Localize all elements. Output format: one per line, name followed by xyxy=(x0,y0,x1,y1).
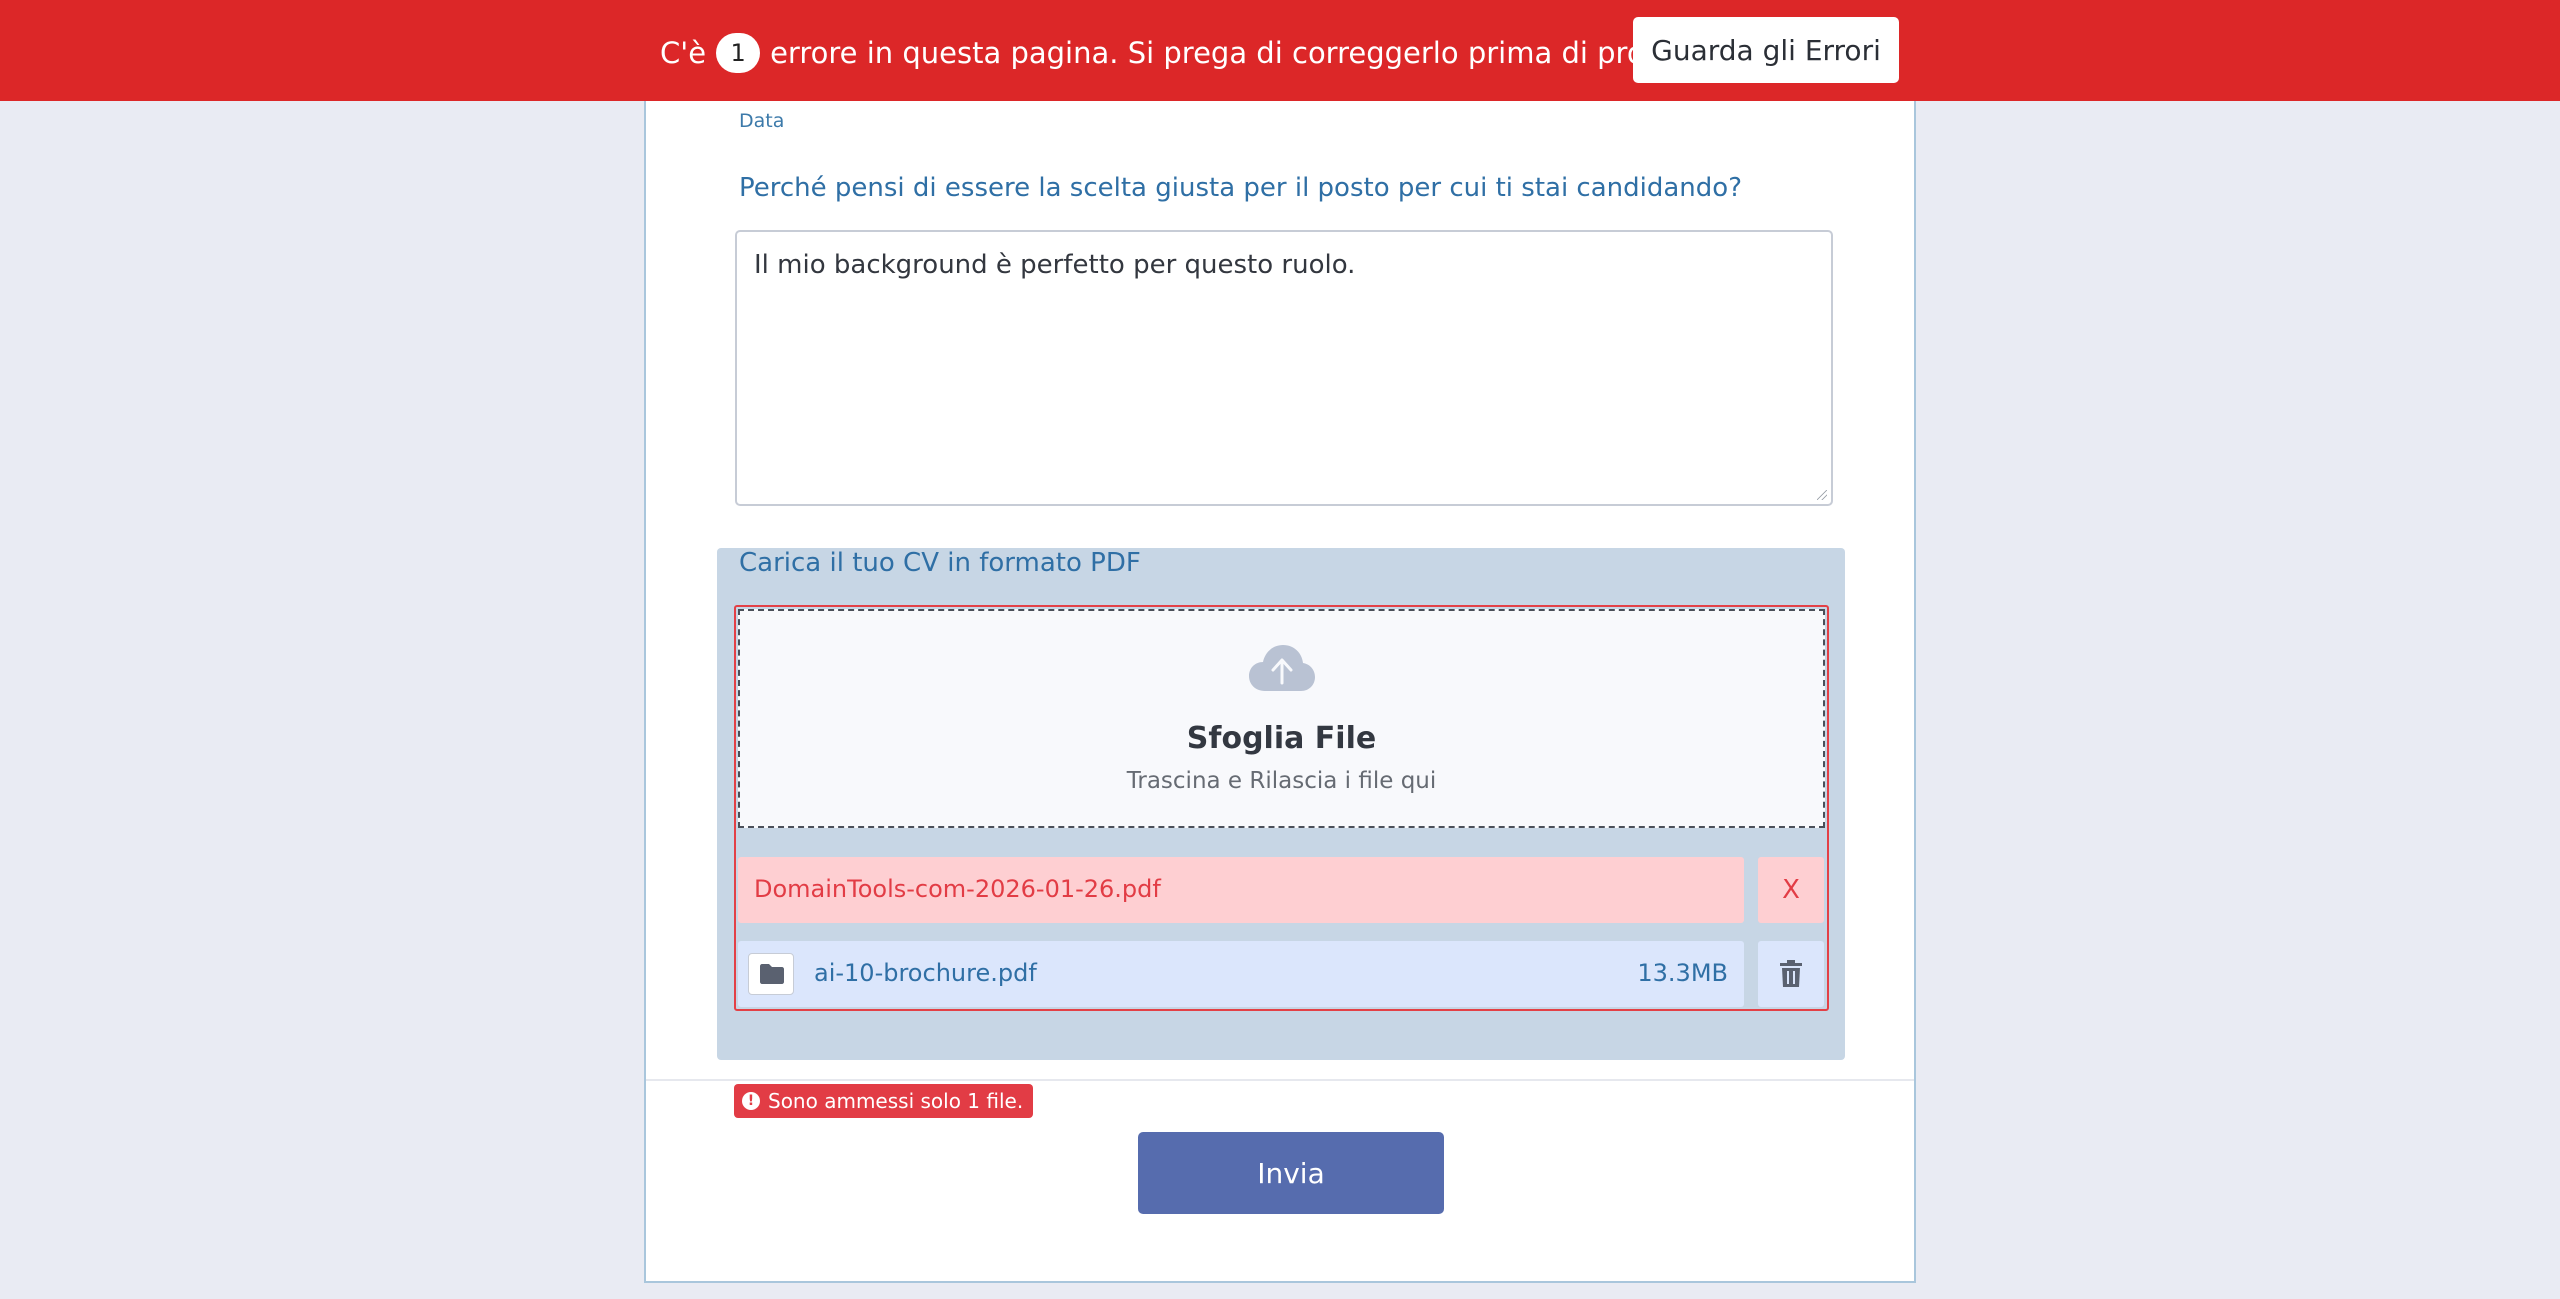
banner-text-after: errore in questa pagina. Si prega di cor… xyxy=(770,36,1753,70)
error-count-badge: 1 xyxy=(716,33,761,73)
view-errors-button[interactable]: Guarda gli Errori xyxy=(1633,17,1899,83)
form-divider xyxy=(646,1079,1914,1081)
answer-text: Il mio background è perfetto per questo … xyxy=(754,250,1356,280)
file-limit-error-text: Sono ammessi solo 1 file. xyxy=(768,1089,1024,1113)
question-label: Perché pensi di essere la scelta giusta … xyxy=(739,173,1742,203)
cv-upload-field: Carica il tuo CV in formato PDF Sfoglia … xyxy=(717,548,1845,1118)
resize-grip-icon[interactable] xyxy=(1817,490,1827,500)
date-label: Data xyxy=(739,110,785,132)
file-dropzone[interactable]: Sfoglia File Trascina e Rilascia i file … xyxy=(738,609,1825,828)
file-name: ai-10-brochure.pdf xyxy=(814,959,1037,987)
application-form: Data Perché pensi di essere la scelta gi… xyxy=(644,60,1916,1283)
error-banner: C'è 1 errore in questa pagina. Si prega … xyxy=(0,0,2560,101)
drop-hint: Trascina e Rilascia i file qui xyxy=(1126,768,1437,794)
remove-file-button[interactable]: X xyxy=(1758,857,1824,923)
upload-cloud-icon xyxy=(1249,645,1315,691)
file-limit-error: ! Sono ammessi solo 1 file. xyxy=(734,1084,1034,1118)
folder-button[interactable] xyxy=(748,953,794,995)
upload-frame: Sfoglia File Trascina e Rilascia i file … xyxy=(734,605,1829,1011)
upload-label: Carica il tuo CV in formato PDF xyxy=(739,548,1141,578)
answer-textarea[interactable]: Il mio background è perfetto per questo … xyxy=(735,230,1833,506)
banner-text-before: C'è xyxy=(660,36,707,70)
delete-file-button[interactable] xyxy=(1758,941,1824,1007)
folder-icon xyxy=(760,964,784,984)
alert-circle-icon: ! xyxy=(742,1092,760,1110)
banner-message: C'è 1 errore in questa pagina. Si prega … xyxy=(660,33,1753,73)
file-item: ai-10-brochure.pdf 13.3MB xyxy=(738,941,1744,1007)
browse-files-title[interactable]: Sfoglia File xyxy=(740,721,1823,756)
file-size: 13.3MB xyxy=(1637,959,1728,987)
trash-icon xyxy=(1780,960,1802,987)
file-name: DomainTools-com-2026-01-26.pdf xyxy=(754,875,1161,903)
submit-button[interactable]: Invia xyxy=(1138,1132,1444,1214)
file-item-error: DomainTools-com-2026-01-26.pdf xyxy=(738,857,1744,923)
